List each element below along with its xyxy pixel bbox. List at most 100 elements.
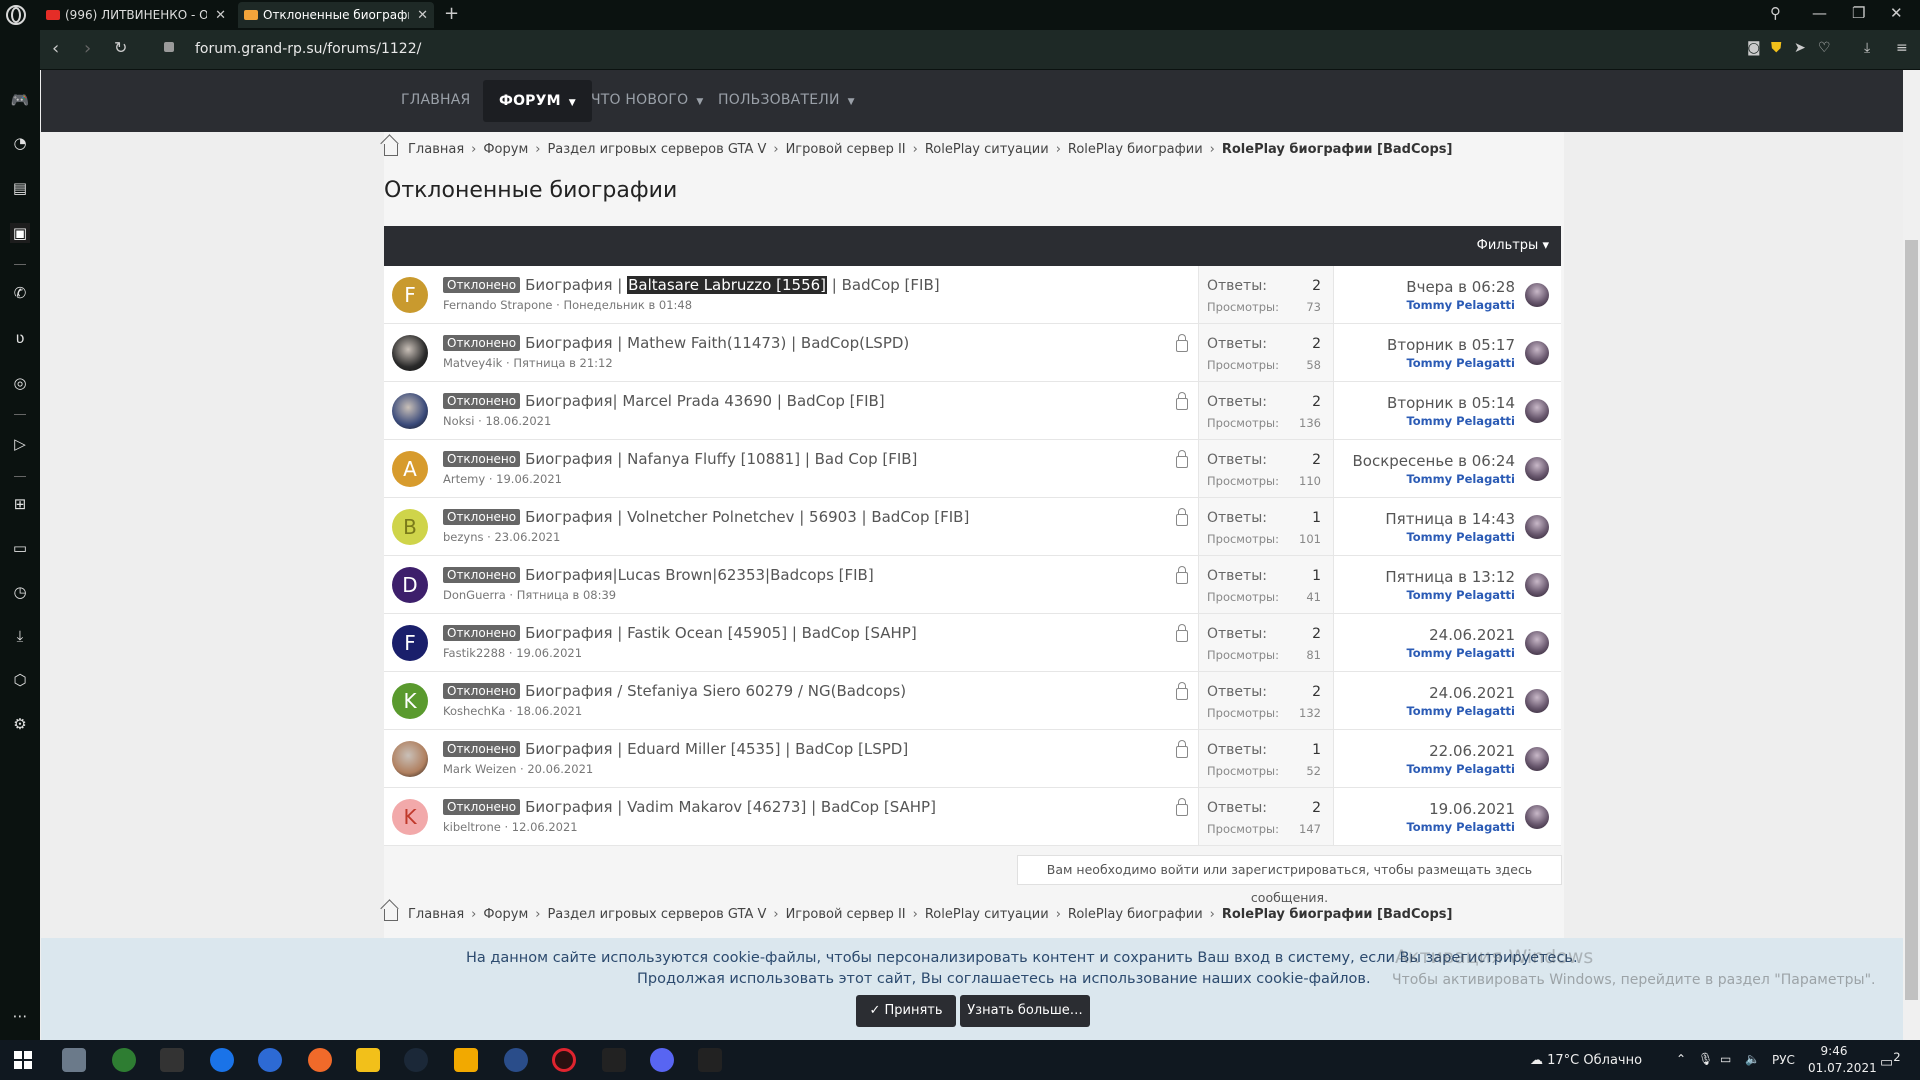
tab-youtube[interactable]: (996) ЛИТВИНЕНКО - Он, ✕ <box>40 2 232 28</box>
thread-author[interactable]: Mark Weizen <box>443 762 516 776</box>
back-icon[interactable]: ‹ <box>52 38 59 59</box>
speed-dial-icon[interactable]: ◔ <box>10 133 30 153</box>
thread-date[interactable]: 19.06.2021 <box>516 646 582 660</box>
history-icon[interactable]: ◷ <box>10 582 30 602</box>
instagram-icon[interactable]: ◎ <box>10 373 30 393</box>
last-post-date[interactable]: 22.06.2021 <box>1406 742 1515 760</box>
thread-row[interactable]: Отклонено Биография| Marcel Prada 43690 |… <box>384 382 1561 440</box>
thread-author[interactable]: Fernando Strapone <box>443 298 553 312</box>
thread-row[interactable]: K Отклонено Биография | Vadim Makarov [462… <box>384 788 1561 846</box>
thread-title-text[interactable]: Биография|Lucas Brown|62353|Badcops [FIB… <box>525 566 874 584</box>
last-poster-avatar[interactable] <box>1525 283 1549 307</box>
rage-mp-icon[interactable] <box>602 1048 626 1072</box>
network-icon[interactable]: ▭ <box>1720 1052 1731 1066</box>
weather-widget[interactable]: ☁ 17°C Облачно <box>1530 1053 1642 1068</box>
thread-title[interactable]: Отклонено Биография | Mathew Faith(11473)… <box>443 334 1173 352</box>
breadcrumb-rp-bios[interactable]: RolePlay биографии <box>1068 907 1203 922</box>
last-poster-avatar[interactable] <box>1525 399 1549 423</box>
clock[interactable]: 9:46 01.07.2021 <box>1808 1044 1877 1075</box>
thread-title-text[interactable]: Биография | Mathew Faith(11473) | BadCop… <box>525 334 909 352</box>
breadcrumb-current[interactable]: RolePlay биографии [BadCops] <box>1222 142 1453 157</box>
thread-row[interactable]: D Отклонено Биография|Lucas Brown|62353|Ba… <box>384 556 1561 614</box>
workspaces-icon[interactable]: ⊞ <box>10 494 30 514</box>
thread-title[interactable]: Отклонено Биография / Stefaniya Siero 602… <box>443 682 1173 700</box>
thread-title-text[interactable]: Биография | Eduard Miller [4535] | BadCo… <box>525 740 908 758</box>
windows-start-icon[interactable] <box>14 1051 32 1069</box>
thread-author[interactable]: KoshechKa <box>443 704 505 718</box>
thread-row[interactable]: K Отклонено Биография / Stefaniya Siero 60… <box>384 672 1561 730</box>
thread-date[interactable]: Пятница в 08:39 <box>517 588 616 602</box>
discord-icon[interactable] <box>650 1048 674 1072</box>
adblock-icon[interactable]: ⛊ <box>1771 40 1782 56</box>
forward-icon[interactable]: › <box>84 38 91 59</box>
thread-title-text[interactable]: Биография | <box>525 276 627 294</box>
thread-title[interactable]: Отклонено Биография | Vadim Makarov [4627… <box>443 798 1173 816</box>
last-poster-avatar[interactable] <box>1525 341 1549 365</box>
close-window-icon[interactable]: ✕ <box>1890 4 1903 22</box>
url-field[interactable]: forum.grand-rp.su/forums/1122/ <box>195 41 421 57</box>
briefcase-icon[interactable]: ▤ <box>10 178 30 198</box>
thread-date[interactable]: Понедельник в 01:48 <box>563 298 692 312</box>
thread-date[interactable]: 19.06.2021 <box>496 472 562 486</box>
extensions-icon[interactable]: ⬡ <box>10 670 30 690</box>
breadcrumb-rp-situations[interactable]: RolePlay ситуации <box>925 142 1049 157</box>
last-post-date[interactable]: Пятница в 14:43 <box>1385 510 1515 528</box>
last-post-user[interactable]: Tommy Pelagatti <box>1406 298 1515 312</box>
search-tabs-icon[interactable]: ⚲ <box>1770 4 1781 22</box>
thread-title[interactable]: Отклонено Биография | Volnetcher Polnetch… <box>443 508 1173 526</box>
rage-mp-icon[interactable] <box>698 1048 722 1072</box>
battlenet-icon[interactable] <box>210 1048 234 1072</box>
last-poster-avatar[interactable] <box>1525 573 1549 597</box>
last-post-user[interactable]: Tommy Pelagatti <box>1387 414 1515 428</box>
avatar[interactable]: F <box>392 625 428 661</box>
tab-forum[interactable]: Отклоненные биографии ✕ <box>238 2 434 28</box>
epic-games-icon[interactable] <box>160 1048 184 1072</box>
opera-taskbar-icon[interactable] <box>552 1048 576 1072</box>
last-post-user[interactable]: Tommy Pelagatti <box>1387 356 1515 370</box>
filters-button[interactable]: Фильтры ▾ <box>1477 238 1549 253</box>
breadcrumb-gta-section[interactable]: Раздел игровых серверов GTA V <box>547 907 766 922</box>
breadcrumb-current[interactable]: RolePlay биографии [BadCops] <box>1222 907 1453 922</box>
thread-title[interactable]: Отклонено Биография| Marcel Prada 43690 |… <box>443 392 1173 410</box>
rockstar-icon[interactable] <box>454 1048 478 1072</box>
app-icon[interactable] <box>504 1048 528 1072</box>
thread-author[interactable]: DonGuerra <box>443 588 506 602</box>
opera-logo-icon[interactable] <box>6 5 26 25</box>
breadcrumb-forum[interactable]: Форум <box>483 907 528 922</box>
vk-icon[interactable]: ʋ <box>10 328 30 348</box>
thread-author[interactable]: kibeltrone <box>443 820 501 834</box>
steam-icon[interactable] <box>404 1048 428 1072</box>
last-post-date[interactable]: Вторник в 05:17 <box>1387 336 1515 354</box>
thread-title[interactable]: Отклонено Биография | Nafanya Fluffy [108… <box>443 450 1173 468</box>
thread-date[interactable]: 18.06.2021 <box>516 704 582 718</box>
more-icon[interactable]: ⋯ <box>10 1006 30 1026</box>
calculator-icon[interactable] <box>62 1048 86 1072</box>
close-icon[interactable]: ✕ <box>417 8 428 23</box>
thread-title-text[interactable]: Биография | Vadim Makarov [46273] | BadC… <box>525 798 936 816</box>
last-post-user[interactable]: Tommy Pelagatti <box>1353 472 1515 486</box>
thread-date[interactable]: 12.06.2021 <box>512 820 578 834</box>
nav-forum[interactable]: ФОРУМ ▼ <box>483 80 592 122</box>
xbox-icon[interactable] <box>112 1048 136 1072</box>
breadcrumb-forum[interactable]: Форум <box>483 142 528 157</box>
send-icon[interactable]: ➤ <box>1794 40 1806 56</box>
last-poster-avatar[interactable] <box>1525 457 1549 481</box>
avatar[interactable]: D <box>392 567 428 603</box>
snapshot-icon[interactable]: ◙ <box>1747 40 1761 56</box>
avatar[interactable] <box>392 335 428 371</box>
twitch-icon[interactable]: ▣ <box>10 223 30 243</box>
thread-date[interactable]: 18.06.2021 <box>485 414 551 428</box>
last-post-date[interactable]: Пятница в 13:12 <box>1385 568 1515 586</box>
ubisoft-icon[interactable] <box>258 1048 282 1072</box>
thread-title-text[interactable]: Биография| Marcel Prada 43690 | BadCop [… <box>525 392 885 410</box>
minimize-icon[interactable]: — <box>1812 4 1827 22</box>
last-post-user[interactable]: Tommy Pelagatti <box>1406 704 1515 718</box>
thread-row[interactable]: F Отклонено Биография | Fastik Ocean [4590… <box>384 614 1561 672</box>
last-post-date[interactable]: Воскресенье в 06:24 <box>1353 452 1515 470</box>
thread-author[interactable]: Fastik2288 <box>443 646 505 660</box>
thread-date[interactable]: 23.06.2021 <box>494 530 560 544</box>
thread-title-suffix[interactable]: | BadCop [FIB] <box>827 276 940 294</box>
microphone-icon[interactable]: 🎙 <box>1698 1052 1713 1066</box>
thread-title-text[interactable]: Биография / Stefaniya Siero 60279 / NG(B… <box>525 682 906 700</box>
learn-more-button[interactable]: Узнать больше… <box>960 995 1090 1027</box>
